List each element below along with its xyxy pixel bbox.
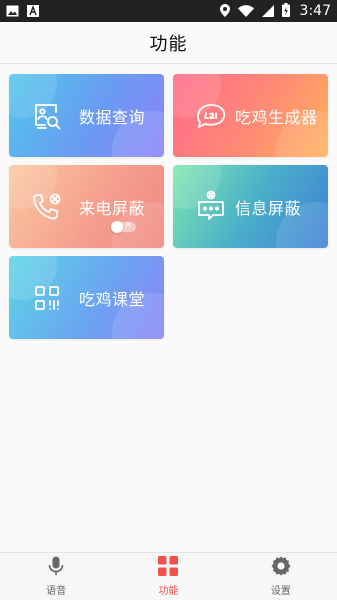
card-label: 数据查询 (79, 107, 146, 127)
image-icon (6, 2, 19, 21)
tab-functions[interactable]: 功能 (112, 553, 224, 600)
close-icon: ✕ (125, 220, 132, 229)
status-left (6, 2, 39, 21)
grid-icon (158, 556, 179, 580)
tab-label: 语音 (46, 586, 67, 597)
phone-block-icon (29, 189, 65, 225)
toggle-knob (111, 221, 123, 233)
tab-settings[interactable]: 设置 (225, 553, 337, 600)
app-header: 功能 (0, 22, 337, 64)
battery-charging-icon (281, 2, 290, 21)
call-block-toggle[interactable]: ✕ (111, 220, 136, 233)
status-time: 3:47 (299, 3, 331, 19)
tab-voice[interactable]: 语音 (0, 553, 112, 600)
message-block-icon (193, 189, 229, 225)
card-data-query[interactable]: 数据查询 (9, 74, 164, 157)
card-label: 信息屏蔽 (235, 198, 302, 218)
status-bar: 3:47 (0, 0, 337, 22)
chat-bubble-icon (193, 98, 229, 134)
card-label: 吃鸡生成器 (235, 107, 318, 127)
card-label: 吃鸡课堂 (79, 289, 146, 309)
page-title: 功能 (149, 33, 188, 55)
card-label: 来电屏蔽 (79, 198, 146, 218)
qr-code-icon (29, 280, 65, 316)
card-chicken-generator[interactable]: 吃鸡生成器 (173, 74, 328, 157)
font-icon (27, 2, 39, 21)
location-icon (219, 2, 230, 21)
signal-icon (261, 2, 274, 21)
card-call-block[interactable]: 来电屏蔽 ✕ (9, 165, 164, 248)
gear-icon (271, 556, 291, 580)
data-search-icon (29, 98, 65, 134)
status-right: 3:47 (219, 2, 331, 21)
tab-label: 功能 (158, 586, 179, 597)
tab-bar: 语音 功能 设置 (0, 552, 337, 600)
card-message-block[interactable]: 信息屏蔽 (173, 165, 328, 248)
wifi-icon (237, 2, 254, 21)
tab-label: 设置 (270, 586, 291, 597)
card-chicken-class[interactable]: 吃鸡课堂 (9, 256, 164, 339)
microphone-icon (47, 556, 65, 580)
